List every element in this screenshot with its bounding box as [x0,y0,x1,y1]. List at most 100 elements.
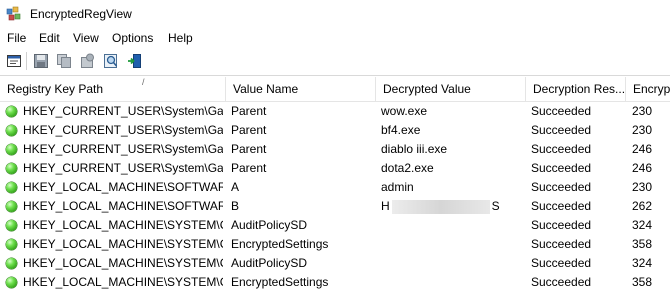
column-header-encrypted-size[interactable]: Encrypte [626,77,670,101]
table-row[interactable]: HKEY_CURRENT_USER\System\Gam... Parent d… [0,159,670,178]
menu-options[interactable]: Options [112,30,153,46]
column-header-label: Value Name [233,82,299,96]
decryption-result-cell: Succeeded [531,180,592,194]
encrypted-size-cell: 246 [632,161,653,175]
registry-key-path-cell: HKEY_LOCAL_MACHINE\SYSTEM\C... [23,218,223,232]
decrypted-value-cell: HS [381,197,523,216]
status-ok-icon [6,163,17,174]
column-header-registry-key-path[interactable]: Registry Key Path [0,77,226,101]
encrypted-size-cell: 358 [632,275,653,289]
column-header-label: Encrypte [633,82,670,96]
redacted-block [391,199,490,214]
status-ok-icon [6,239,17,250]
menu-bar: File Edit View Options Help [0,28,670,48]
value-name-cell: A [231,180,240,194]
value-name-cell: Parent [231,104,267,118]
menu-help[interactable]: Help [168,30,193,46]
decrypted-value-cell: dota2.exe [381,161,434,175]
decryption-result-cell: Succeeded [531,199,592,213]
column-header-decrypted-value[interactable]: Decrypted Value [376,77,526,101]
registry-key-path-cell: HKEY_LOCAL_MACHINE\SYSTEM\C... [23,256,223,270]
encrypted-size-cell: 358 [632,237,653,251]
table-row[interactable]: HKEY_CURRENT_USER\System\Gam... Parent w… [0,102,670,121]
registry-key-path-cell: HKEY_LOCAL_MACHINE\SYSTEM\C... [23,275,223,289]
encrypted-size-cell: 230 [632,123,653,137]
table-row[interactable]: HKEY_LOCAL_MACHINE\SYSTEM\C... AuditPoli… [0,216,670,235]
encrypted-size-cell: 246 [632,142,653,156]
column-header-label: Decryption Res... [533,82,626,96]
sort-ascending-icon: / [142,77,145,87]
toolbar-separator [26,52,27,70]
encrypted-size-cell: 324 [632,218,653,232]
registry-key-path-cell: HKEY_CURRENT_USER\System\Gam... [23,142,223,156]
encrypted-size-cell: 230 [632,180,653,194]
list-header: Registry Key Path / Value Name Decrypted… [0,77,670,102]
value-name-cell: AuditPolicySD [231,218,308,232]
value-name-cell: EncryptedSettings [231,237,329,251]
menu-file[interactable]: File [7,30,26,46]
decryption-result-cell: Succeeded [531,123,592,137]
find-icon[interactable] [103,53,119,69]
status-ok-icon [6,106,17,117]
save-icon[interactable] [33,53,49,69]
decryption-result-cell: Succeeded [531,275,592,289]
table-row[interactable]: HKEY_LOCAL_MACHINE\SYSTEM\C... Encrypted… [0,273,670,292]
column-header-label: Registry Key Path [7,82,104,96]
app-icon [6,6,22,22]
table-row[interactable]: HKEY_LOCAL_MACHINE\SYSTEM\C... AuditPoli… [0,254,670,273]
table-row[interactable]: HKEY_CURRENT_USER\System\Gam... Parent d… [0,140,670,159]
decrypted-value-suffix: S [491,199,500,213]
menu-edit[interactable]: Edit [39,30,60,46]
decrypted-value-cell [381,235,523,254]
menu-view[interactable]: View [73,30,99,46]
column-header-label: Decrypted Value [383,82,471,96]
table-row[interactable]: HKEY_LOCAL_MACHINE\SYSTEM\C... Encrypted… [0,235,670,254]
title-bar: EncryptedRegView [0,0,670,28]
value-name-cell: AuditPolicySD [231,256,308,270]
registry-key-path-cell: HKEY_LOCAL_MACHINE\SYSTEM\C... [23,237,223,251]
exit-icon[interactable] [127,53,143,69]
status-ok-icon [6,125,17,136]
decryption-result-cell: Succeeded [531,237,592,251]
window-title: EncryptedRegView [30,7,132,21]
status-ok-icon [6,258,17,269]
column-header-decryption-result[interactable]: Decryption Res... [526,77,626,101]
copy-icon[interactable] [56,53,72,69]
value-name-cell: B [231,199,240,213]
table-row[interactable]: HKEY_LOCAL_MACHINE\SOFTWAR... B HS Succe… [0,197,670,216]
decryption-result-cell: Succeeded [531,142,592,156]
decrypted-value-cell [381,216,523,235]
html-report-icon[interactable] [79,53,95,69]
status-ok-icon [6,182,17,193]
decryption-result-cell: Succeeded [531,161,592,175]
decrypted-value-prefix: H [381,199,390,213]
decrypted-value-cell: admin [381,180,414,194]
decryption-result-cell: Succeeded [531,218,592,232]
value-name-cell: Parent [231,142,267,156]
decryption-result-cell: Succeeded [531,104,592,118]
registry-key-path-cell: HKEY_CURRENT_USER\System\Gam... [23,123,223,137]
decryption-result-cell: Succeeded [531,256,592,270]
decrypted-value-cell: bf4.exe [381,123,421,137]
value-name-cell: Parent [231,161,267,175]
table-row[interactable]: HKEY_LOCAL_MACHINE\SOFTWAR... A admin Su… [0,178,670,197]
encrypted-size-cell: 230 [632,104,653,118]
registry-key-path-cell: HKEY_LOCAL_MACHINE\SOFTWAR... [23,199,223,213]
registry-key-path-cell: HKEY_CURRENT_USER\System\Gam... [23,161,223,175]
column-header-value-name[interactable]: Value Name [226,77,376,101]
toolbar [0,48,670,76]
status-ok-icon [6,277,17,288]
registry-key-path-cell: HKEY_LOCAL_MACHINE\SOFTWAR... [23,180,223,194]
status-ok-icon [6,220,17,231]
registry-list: HKEY_CURRENT_USER\System\Gam... Parent w… [0,102,670,292]
properties-icon[interactable] [6,53,22,69]
decrypted-value-cell: wow.exe [381,104,428,118]
value-name-cell: EncryptedSettings [231,275,329,289]
status-ok-icon [6,144,17,155]
encrypted-size-cell: 324 [632,256,653,270]
value-name-cell: Parent [231,123,267,137]
decrypted-value-cell [381,273,523,292]
registry-key-path-cell: HKEY_CURRENT_USER\System\Gam... [23,104,223,118]
decrypted-value-cell [381,254,523,273]
table-row[interactable]: HKEY_CURRENT_USER\System\Gam... Parent b… [0,121,670,140]
